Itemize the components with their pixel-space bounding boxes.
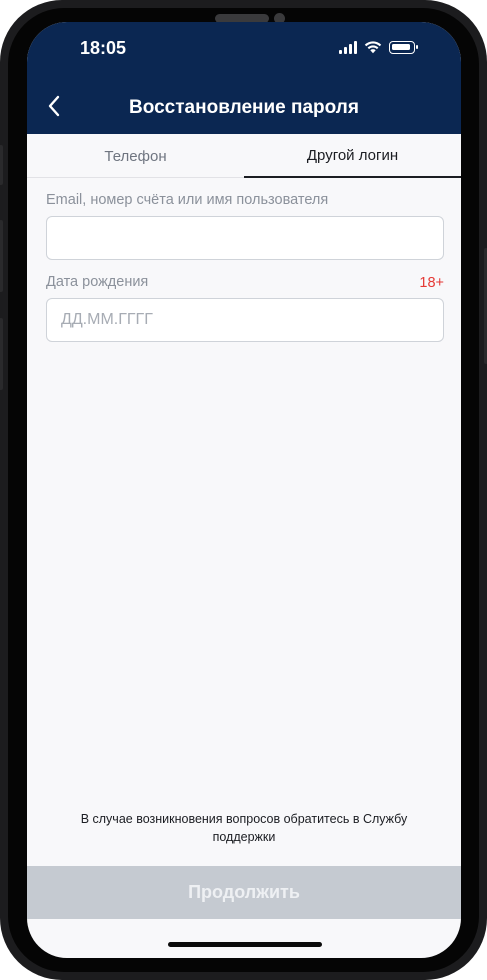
age-restriction-badge: 18+: [419, 275, 444, 291]
status-icons: [339, 40, 418, 54]
continue-button[interactable]: Продолжить: [27, 866, 461, 919]
birth-date-label: Дата рождения: [46, 274, 149, 290]
chevron-left-icon: [48, 95, 60, 117]
app-header: 18:05 Восстановление пароля: [27, 22, 461, 134]
wifi-icon: [364, 41, 382, 54]
login-input[interactable]: [46, 216, 444, 260]
birth-date-input[interactable]: [46, 298, 444, 342]
battery-icon: [389, 40, 418, 54]
screen: 18:05 Восстановление пароля Телефон Друг…: [27, 22, 461, 958]
phone-volume-up-button: [0, 220, 3, 292]
support-text: В случае возникновения вопросов обратите…: [80, 812, 408, 844]
back-button[interactable]: [41, 92, 69, 120]
home-indicator: [168, 942, 322, 947]
phone-silent-switch: [0, 145, 3, 185]
page-title: Восстановление пароля: [129, 97, 359, 118]
status-time: 18:05: [80, 38, 127, 58]
tab-phone[interactable]: Телефон: [27, 134, 244, 178]
signal-icon: [339, 40, 357, 54]
tab-other-login[interactable]: Другой логин: [244, 134, 461, 178]
phone-volume-down-button: [0, 318, 3, 390]
phone-frame: 18:05 Восстановление пароля Телефон Друг…: [0, 0, 487, 980]
login-field-label: Email, номер счёта или имя пользователя: [46, 192, 329, 208]
login-type-tabs: Телефон Другой логин: [27, 134, 461, 178]
